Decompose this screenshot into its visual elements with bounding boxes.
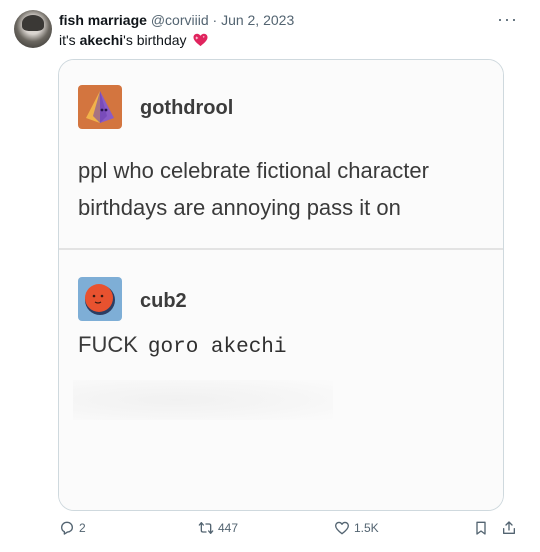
orange-face-avatar-icon: [78, 277, 122, 321]
retweet-icon: [198, 522, 214, 534]
bookmark-button[interactable]: [473, 520, 489, 536]
tweet-text: it's akechi's birthday: [59, 31, 208, 49]
tweet-header: fish marriage @corviiid · Jun 2, 2023: [59, 11, 294, 29]
tumblr-post-text: ppl who celebrate fictional character bi…: [78, 158, 429, 220]
tumblr-username: cub2: [140, 290, 187, 312]
reply-icon: [61, 521, 73, 535]
tweet-text-end: 's birthday: [123, 32, 187, 48]
tweet-text-start: it's: [59, 32, 80, 48]
retweet-count: 447: [218, 521, 239, 535]
reply-word-typed: goro akechi: [147, 336, 287, 359]
media-image[interactable]: ••• gothdrool ppl who celebrate fictiona…: [58, 59, 504, 511]
tweet[interactable]: fish marriage @corviiid · Jun 2, 2023 ··…: [0, 0, 540, 552]
tumblr-username: gothdrool: [140, 97, 234, 119]
user-avatar[interactable]: [14, 10, 52, 48]
like-button[interactable]: 1.5K: [334, 520, 379, 536]
retweet-button[interactable]: 447: [198, 520, 238, 536]
reply-count: 2: [79, 521, 86, 535]
reply-button[interactable]: 2: [59, 520, 86, 536]
tumblr-reply-text: FUCK goro akechi: [78, 332, 287, 359]
bookmark-icon: [476, 521, 486, 535]
sparkling-heart-icon: [193, 33, 208, 47]
heart-icon: [335, 521, 349, 535]
share-button[interactable]: [501, 520, 517, 536]
tweet-actions: 2 447 1.5K: [0, 520, 540, 544]
faded-text-smudge: [73, 380, 333, 420]
more-options-icon[interactable]: ···: [497, 9, 518, 30]
display-name[interactable]: fish marriage: [59, 12, 147, 28]
tumblr-post-gothdrool: gothdrool ppl who celebrate fictional ch…: [59, 60, 503, 248]
reply-word-printed: FUCK: [78, 332, 138, 357]
like-count: 1.5K: [354, 521, 379, 535]
share-icon: [503, 521, 515, 534]
tumblr-post-cub2: cub2 FUCK goro akechi: [59, 250, 503, 510]
tweet-date[interactable]: Jun 2, 2023: [221, 12, 294, 28]
pyramid-avatar-icon: [78, 85, 122, 129]
separator-dot: ·: [212, 12, 218, 28]
tweet-text-bold: akechi: [79, 32, 124, 48]
user-handle[interactable]: @corviiid: [151, 12, 209, 28]
